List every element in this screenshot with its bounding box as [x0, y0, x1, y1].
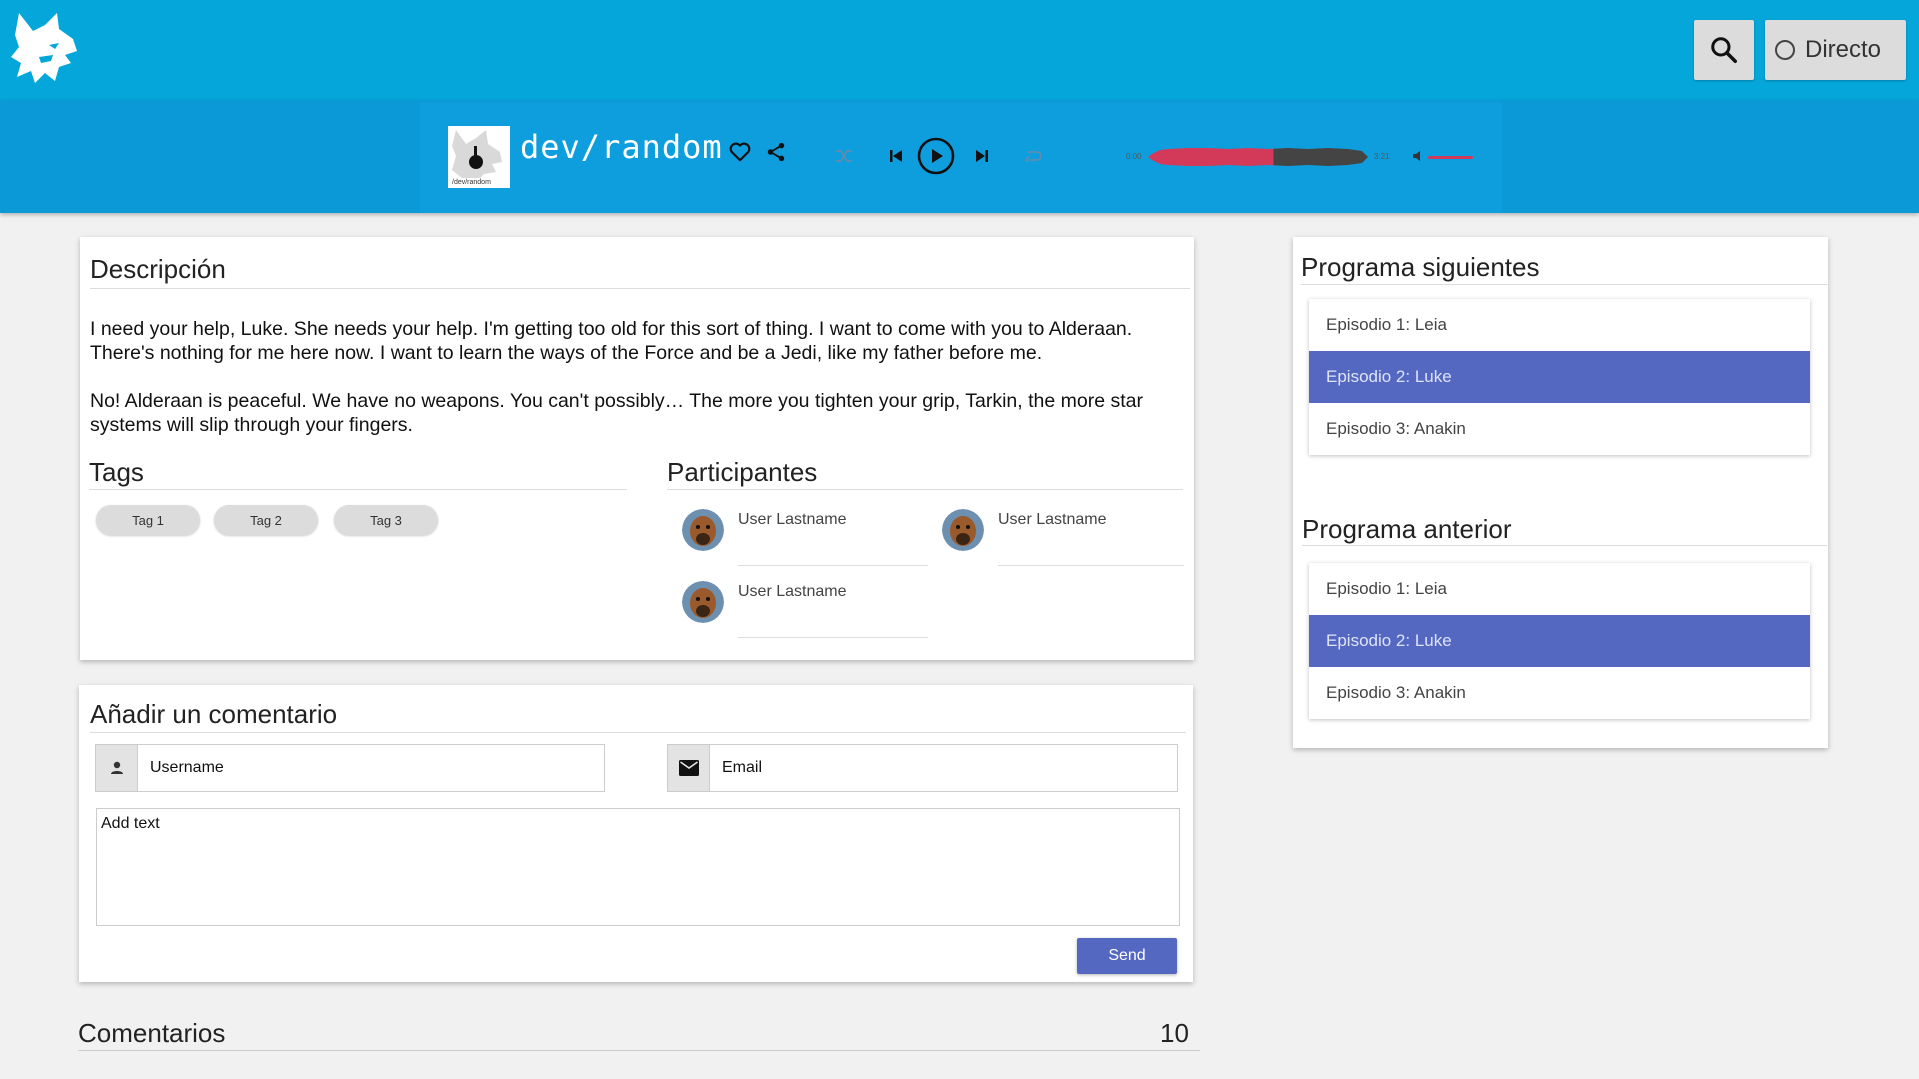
comments-title: Comentarios — [78, 1018, 226, 1048]
shuffle-icon[interactable] — [832, 144, 856, 168]
comment-form-card: Añadir un comentario — [79, 685, 1193, 982]
tag-chip[interactable]: Tag 3 — [334, 505, 438, 535]
play-icon[interactable] — [916, 136, 956, 176]
divider — [738, 637, 928, 638]
station-cover: /dev/random — [448, 126, 510, 188]
search-icon — [1711, 37, 1737, 63]
skip-next-icon[interactable] — [970, 144, 994, 168]
person-icon — [96, 745, 138, 791]
divider — [998, 565, 1184, 566]
list-item[interactable]: Episodio 3: Anakin — [1309, 403, 1810, 455]
participant-item[interactable]: User Lastname — [682, 509, 928, 569]
tag-chip[interactable]: Tag 1 — [96, 505, 200, 535]
tags-title: Tags — [89, 457, 144, 487]
time-total: 3:21 — [1374, 152, 1390, 161]
email-input[interactable] — [710, 745, 1177, 791]
description-text: I need your help, Luke. She needs your h… — [90, 317, 1180, 461]
live-label: Directo — [1805, 36, 1882, 63]
participants-title: Participantes — [667, 457, 818, 487]
previous-programs-list: Episodio 1: Leia Episodio 2: Luke Episod… — [1309, 563, 1810, 719]
list-item[interactable]: Episodio 1: Leia — [1309, 563, 1810, 615]
waveform-seek-bar[interactable] — [1148, 144, 1368, 170]
radio-circle-icon — [1775, 40, 1795, 60]
time-elapsed: 0:00 — [1126, 152, 1142, 161]
player-bar: /dev/random dev/random 0:00 3:21 — [0, 100, 1919, 213]
comment-textarea[interactable] — [96, 808, 1180, 926]
participant-name: User Lastname — [738, 511, 847, 528]
search-button[interactable] — [1694, 20, 1754, 80]
comments-count: 10 — [1160, 1018, 1189, 1048]
divider — [1301, 284, 1827, 285]
mail-icon — [668, 745, 710, 791]
list-item[interactable]: Episodio 2: Luke — [1309, 351, 1810, 403]
live-button[interactable]: Directo — [1765, 20, 1906, 80]
audio-player: /dev/random dev/random 0:00 3:21 — [420, 102, 1502, 213]
skip-previous-icon[interactable] — [884, 144, 908, 168]
divider — [667, 489, 1183, 490]
username-field[interactable] — [95, 744, 605, 792]
previous-programs-title: Programa anterior — [1302, 514, 1512, 544]
comment-form-title: Añadir un comentario — [90, 699, 338, 729]
divider — [90, 732, 1186, 733]
description-title: Descripción — [90, 254, 226, 284]
programs-card: Programa siguientes Episodio 1: Leia Epi… — [1293, 237, 1828, 748]
heart-icon[interactable] — [726, 138, 754, 166]
divider — [1302, 545, 1827, 546]
cover-caption: /dev/random — [452, 179, 491, 186]
share-icon[interactable] — [762, 138, 790, 166]
volume-icon[interactable] — [1410, 148, 1426, 164]
station-title: dev/random — [520, 128, 723, 166]
participant-name: User Lastname — [738, 583, 847, 600]
lynx-logo-icon[interactable] — [0, 0, 90, 92]
avatar — [682, 509, 724, 551]
avatar — [942, 509, 984, 551]
email-field[interactable] — [667, 744, 1178, 792]
participant-item[interactable]: User Lastname — [682, 581, 928, 641]
avatar — [682, 581, 724, 623]
volume-slider[interactable] — [1428, 156, 1473, 159]
divider — [90, 288, 1190, 289]
participant-name: User Lastname — [998, 511, 1107, 528]
list-item[interactable]: Episodio 2: Luke — [1309, 615, 1810, 667]
divider — [738, 565, 928, 566]
list-item[interactable]: Episodio 1: Leia — [1309, 299, 1810, 351]
description-paragraph: No! Alderaan is peaceful. We have no wea… — [90, 390, 1143, 436]
description-card: Descripción I need your help, Luke. She … — [80, 237, 1194, 660]
description-paragraph: I need your help, Luke. She needs your h… — [90, 318, 1133, 364]
next-programs-title: Programa siguientes — [1301, 252, 1540, 282]
repeat-icon[interactable] — [1020, 144, 1044, 168]
divider — [78, 1050, 1200, 1051]
list-item[interactable]: Episodio 3: Anakin — [1309, 667, 1810, 719]
top-bar: Directo — [0, 0, 1919, 100]
next-programs-list: Episodio 1: Leia Episodio 2: Luke Episod… — [1309, 299, 1810, 455]
send-button[interactable]: Send — [1077, 938, 1177, 974]
divider — [89, 489, 627, 490]
tag-chip[interactable]: Tag 2 — [214, 505, 318, 535]
participant-item[interactable]: User Lastname — [942, 509, 1184, 569]
username-input[interactable] — [138, 745, 604, 791]
